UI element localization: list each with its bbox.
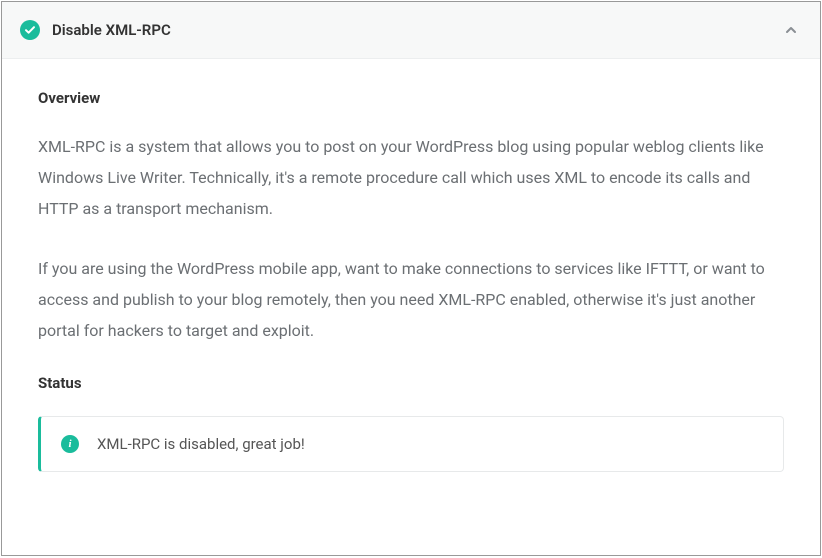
info-circle-icon: i [61,435,79,453]
check-circle-icon [20,20,40,40]
settings-panel: Disable XML-RPC Overview XML-RPC is a sy… [1,1,821,556]
status-message: XML-RPC is disabled, great job! [97,435,305,453]
overview-heading: Overview [38,89,784,107]
panel-header[interactable]: Disable XML-RPC [2,2,820,59]
panel-body: Overview XML-RPC is a system that allows… [2,59,820,472]
status-heading: Status [38,374,784,392]
status-notice: i XML-RPC is disabled, great job! [38,416,784,472]
panel-title: Disable XML-RPC [52,21,782,39]
overview-paragraph-2: If you are using the WordPress mobile ap… [38,253,784,347]
chevron-up-icon[interactable] [782,21,800,39]
overview-paragraph-1: XML-RPC is a system that allows you to p… [38,131,784,225]
